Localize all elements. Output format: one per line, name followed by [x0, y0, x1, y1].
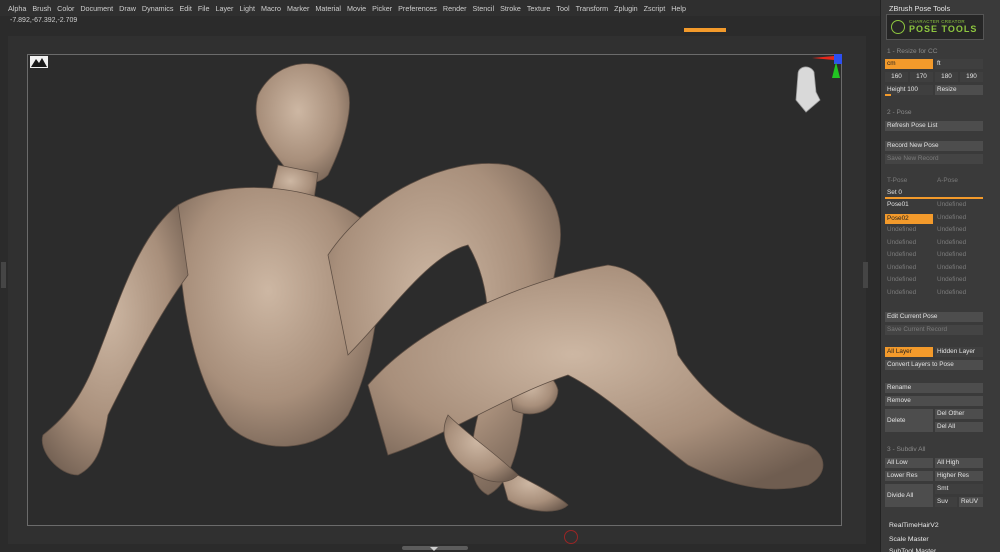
z-axis-handle: [834, 54, 842, 64]
unit-ft-button[interactable]: ft: [935, 59, 983, 69]
menu-file[interactable]: File: [198, 4, 210, 13]
set-slider-label[interactable]: Set 0: [887, 189, 902, 196]
menu-help[interactable]: Help: [671, 4, 686, 13]
logo-big-text: POSE TOOLS: [909, 23, 978, 34]
menu-zscript[interactable]: Zscript: [644, 4, 666, 13]
pose-tools-logo: CHARACTER CREATOR POSE TOOLS: [886, 14, 984, 40]
height-slider-fill: [885, 94, 891, 96]
pose-slot-9[interactable]: Undefined: [885, 251, 916, 258]
menu-layer[interactable]: Layer: [215, 4, 233, 13]
delete-button[interactable]: Delete: [885, 409, 933, 432]
menu-alpha[interactable]: Alpha: [8, 4, 26, 13]
all-low-button[interactable]: All Low: [885, 458, 933, 468]
pose-slot-5[interactable]: Undefined: [885, 226, 916, 233]
pose-slot-7[interactable]: Undefined: [885, 239, 916, 246]
pose-slot-12[interactable]: Undefined: [935, 264, 966, 271]
pose-slot-1[interactable]: Pose01: [885, 201, 909, 208]
pose-slot-3[interactable]: Pose02: [885, 213, 933, 224]
set-slider-fill: [885, 197, 983, 199]
menu-draw[interactable]: Draw: [119, 4, 136, 13]
height-preset-170[interactable]: 170: [910, 72, 933, 82]
menu-dynamics[interactable]: Dynamics: [142, 4, 174, 13]
panel-title: ZBrush Pose Tools: [889, 4, 951, 13]
divide-all-button[interactable]: Divide All: [885, 484, 933, 507]
del-other-button[interactable]: Del Other: [935, 409, 983, 419]
menu-brush[interactable]: Brush: [32, 4, 51, 13]
menu-light[interactable]: Light: [239, 4, 255, 13]
section-resize-label: 1 - Resize for CC: [887, 48, 938, 55]
edit-current-pose-button[interactable]: Edit Current Pose: [885, 312, 983, 322]
realtime-hair-menu[interactable]: RealTimeHairV2: [889, 522, 939, 529]
subtool-master-menu[interactable]: SubTool Master: [889, 548, 936, 552]
unit-cm-button[interactable]: cm: [885, 59, 933, 69]
pose-slot-11[interactable]: Undefined: [885, 264, 916, 271]
left-tray-grip[interactable]: [1, 262, 6, 288]
menu-edit[interactable]: Edit: [179, 4, 191, 13]
menu-transform[interactable]: Transform: [576, 4, 608, 13]
height-preset-180[interactable]: 180: [935, 72, 958, 82]
menu-texture[interactable]: Texture: [527, 4, 551, 13]
lower-res-button[interactable]: Lower Res: [885, 471, 933, 481]
menu-macro[interactable]: Macro: [261, 4, 281, 13]
coordinates-readout: -7.892,-67.392,-2.709: [10, 17, 78, 24]
pose-slot-15[interactable]: Undefined: [885, 289, 916, 296]
document-mode-icon[interactable]: [30, 56, 48, 68]
pose-slot-6[interactable]: Undefined: [935, 226, 966, 233]
menu-color[interactable]: Color: [57, 4, 74, 13]
menu-stroke[interactable]: Stroke: [500, 4, 521, 13]
logo-mark-icon: [891, 20, 905, 34]
pose-slot-16[interactable]: Undefined: [935, 289, 966, 296]
menu-document[interactable]: Document: [80, 4, 113, 13]
scale-master-menu[interactable]: Scale Master: [889, 536, 929, 543]
height-preset-190[interactable]: 190: [960, 72, 983, 82]
convert-layers-to-pose-button[interactable]: Convert Layers to Pose: [885, 360, 983, 370]
menu-preferences[interactable]: Preferences: [398, 4, 437, 13]
del-all-button[interactable]: Del All: [935, 422, 983, 432]
section-pose-label: 2 - Pose: [887, 109, 912, 116]
all-layer-button[interactable]: All Layer: [885, 347, 933, 357]
smt-toggle[interactable]: Smt: [935, 484, 983, 494]
menu-movie[interactable]: Movie: [347, 4, 366, 13]
pose-slot-10[interactable]: Undefined: [935, 251, 966, 258]
menu-marker[interactable]: Marker: [287, 4, 309, 13]
section-subdiv-label: 3 - Subdiv All: [887, 446, 926, 453]
hidden-layer-button[interactable]: Hidden Layer: [935, 347, 983, 357]
menu-material[interactable]: Material: [315, 4, 341, 13]
menu-stencil[interactable]: Stencil: [472, 4, 494, 13]
refresh-pose-list-button[interactable]: Refresh Pose List: [885, 121, 983, 131]
menu-tool[interactable]: Tool: [556, 4, 569, 13]
reuv-button[interactable]: ReUV: [959, 497, 983, 507]
pose-slot-4[interactable]: Undefined: [935, 214, 966, 221]
y-axis-handle: [832, 62, 840, 78]
pose-slot-2[interactable]: Undefined: [935, 201, 966, 208]
height-preset-160[interactable]: 160: [885, 72, 908, 82]
right-tray-grip[interactable]: [863, 262, 868, 288]
pose-slot-13[interactable]: Undefined: [885, 276, 916, 283]
all-high-button[interactable]: All High: [935, 458, 983, 468]
apose-button[interactable]: A-Pose: [937, 177, 958, 184]
menu-zplugin[interactable]: Zplugin: [614, 4, 638, 13]
pose-slot-14[interactable]: Undefined: [935, 276, 966, 283]
menu-accent-bar: [684, 28, 726, 32]
record-stop-icon[interactable]: [564, 530, 578, 544]
pose-slot-8[interactable]: Undefined: [935, 239, 966, 246]
navigation-gizmo[interactable]: [790, 52, 844, 124]
higher-res-button[interactable]: Higher Res: [935, 471, 983, 481]
save-current-record-button[interactable]: Save Current Record: [885, 325, 983, 335]
remove-button[interactable]: Remove: [885, 396, 983, 406]
rename-button[interactable]: Rename: [885, 383, 983, 393]
height-slider[interactable]: Height 100: [885, 85, 933, 95]
bottom-tray-handle[interactable]: [402, 546, 468, 551]
3d-viewport[interactable]: [27, 54, 842, 526]
menu-bar: Alpha Brush Color Document Draw Dynamics Edit F…: [0, 0, 880, 16]
save-new-record-button[interactable]: Save New Record: [885, 154, 983, 164]
record-new-pose-button[interactable]: Record New Pose: [885, 141, 983, 151]
tpose-button[interactable]: T-Pose: [887, 177, 907, 184]
sculpt-figure: [41, 63, 824, 512]
suv-toggle[interactable]: Suv: [935, 497, 957, 507]
x-axis-handle: [812, 56, 834, 60]
menu-render[interactable]: Render: [443, 4, 467, 13]
resize-button[interactable]: Resize: [935, 85, 983, 95]
menu-picker[interactable]: Picker: [372, 4, 392, 13]
